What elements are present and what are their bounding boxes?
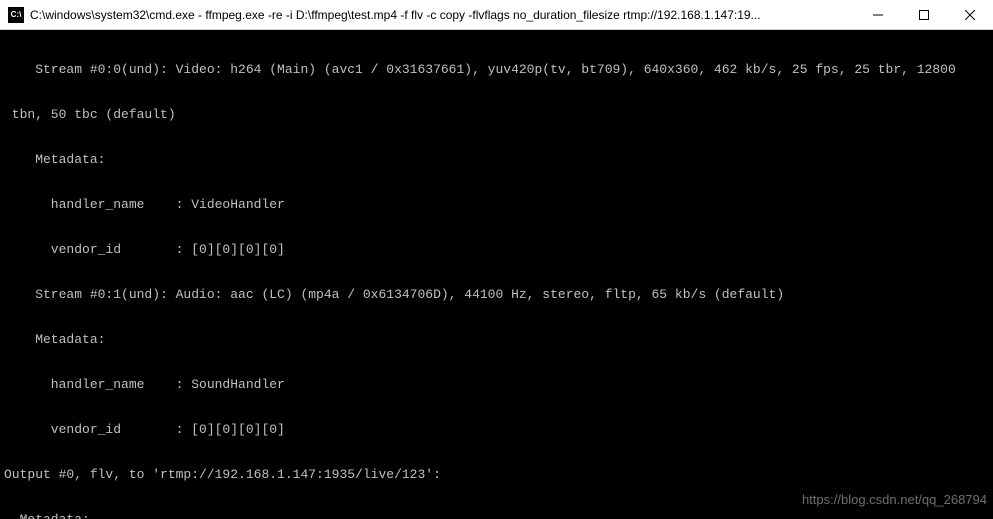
output-line: Metadata: <box>4 512 989 519</box>
output-line: vendor_id : [0][0][0][0] <box>4 242 989 257</box>
cmd-icon: C:\ <box>8 7 24 23</box>
output-line: Stream #0:0(und): Video: h264 (Main) (av… <box>4 62 989 77</box>
output-line: handler_name : SoundHandler <box>4 377 989 392</box>
minimize-button[interactable] <box>855 0 901 29</box>
output-line: handler_name : VideoHandler <box>4 197 989 212</box>
output-line: tbn, 50 tbc (default) <box>4 107 989 122</box>
output-line: Stream #0:1(und): Audio: aac (LC) (mp4a … <box>4 287 989 302</box>
window-controls <box>855 0 993 29</box>
close-button[interactable] <box>947 0 993 29</box>
output-line: vendor_id : [0][0][0][0] <box>4 422 989 437</box>
output-line: Metadata: <box>4 152 989 167</box>
terminal-output[interactable]: Stream #0:0(und): Video: h264 (Main) (av… <box>0 30 993 519</box>
maximize-button[interactable] <box>901 0 947 29</box>
window-title: C:\windows\system32\cmd.exe - ffmpeg.exe… <box>30 8 855 22</box>
titlebar[interactable]: C:\ C:\windows\system32\cmd.exe - ffmpeg… <box>0 0 993 30</box>
output-line: Output #0, flv, to 'rtmp://192.168.1.147… <box>4 467 989 482</box>
output-line: Metadata: <box>4 332 989 347</box>
